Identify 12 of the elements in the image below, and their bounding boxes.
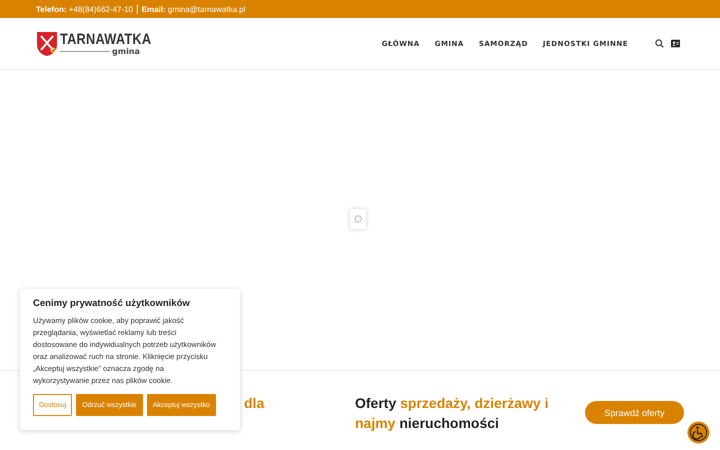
phone-text: Telefon: +48(84)662-47-10 — [36, 4, 134, 14]
search-icon[interactable] — [655, 39, 664, 48]
accessibility-icon[interactable] — [687, 421, 710, 444]
logo-name[interactable]: TARNAWATKA — [60, 32, 152, 46]
separator: | — [136, 4, 139, 14]
section-heading: dla — [244, 395, 264, 411]
cookie-title: Cenimy prywatność użytkowników — [33, 298, 191, 309]
crest-icon[interactable] — [36, 30, 58, 56]
logo-subtitle[interactable]: gmina — [112, 46, 140, 56]
offer-heading: Oferty sprzedaży, dzierżawy i najmy nieruchomości — [355, 394, 550, 433]
contact-card-icon[interactable] — [671, 39, 680, 48]
email-text: Email: gmina@tarnawatka.pl — [142, 4, 246, 14]
